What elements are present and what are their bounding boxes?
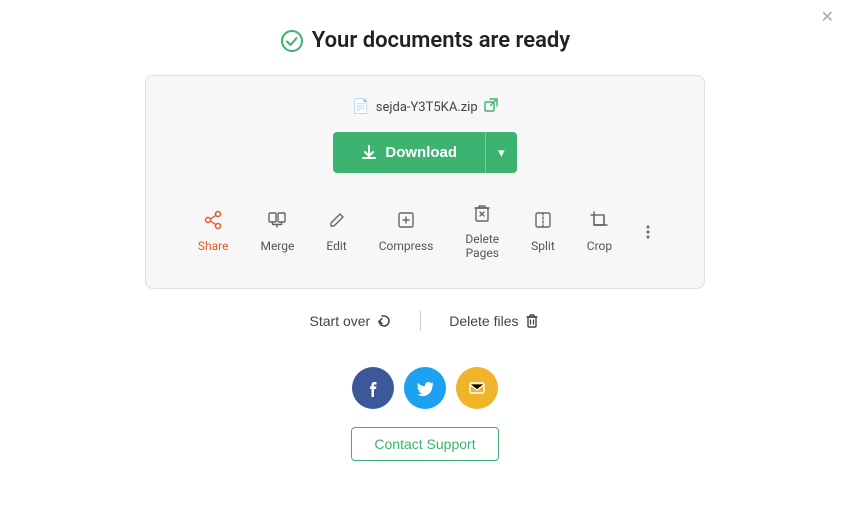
external-link-icon[interactable] — [484, 98, 498, 116]
download-row: Download ▾ — [333, 132, 516, 173]
compress-icon — [396, 210, 416, 235]
download-icon — [361, 145, 377, 161]
filename: sejda-Y3T5KA.zip — [376, 100, 478, 115]
tool-merge[interactable]: Merge — [244, 202, 310, 261]
twitter-button[interactable] — [404, 367, 446, 409]
page-title: Your documents are ready — [312, 28, 570, 53]
tool-delete-pages[interactable]: DeletePages — [449, 195, 515, 268]
compress-label: Compress — [379, 239, 434, 253]
twitter-icon — [416, 379, 434, 397]
start-over-icon — [376, 313, 392, 329]
main-card: 📄 sejda-Y3T5KA.zip Download ▾ — [145, 75, 705, 289]
tool-crop[interactable]: Crop — [571, 202, 628, 261]
tool-edit[interactable]: Edit — [310, 202, 362, 261]
edit-label: Edit — [326, 239, 346, 253]
check-icon — [280, 29, 304, 53]
delete-files-button[interactable]: Delete files — [449, 313, 540, 329]
social-row — [352, 367, 498, 409]
merge-icon — [267, 210, 287, 235]
merge-label: Merge — [260, 239, 294, 253]
tool-compress[interactable]: Compress — [363, 202, 450, 261]
facebook-icon — [364, 379, 382, 397]
email-icon — [468, 379, 486, 397]
facebook-button[interactable] — [352, 367, 394, 409]
more-tools-button[interactable] — [628, 214, 668, 250]
delete-pages-icon — [472, 203, 492, 228]
share-label: Share — [198, 239, 229, 253]
close-button[interactable]: ✕ — [821, 10, 834, 26]
tools-row: Share Merge Edit — [170, 195, 680, 268]
file-icon: 📄 — [352, 99, 369, 115]
crop-icon — [589, 210, 609, 235]
delete-pages-label: DeletePages — [465, 232, 499, 260]
download-dropdown-button[interactable]: ▾ — [485, 132, 517, 173]
share-icon — [203, 210, 223, 235]
title-row: Your documents are ready — [280, 28, 570, 53]
more-icon — [638, 222, 658, 242]
contact-support-button[interactable]: Contact Support — [351, 427, 498, 461]
filename-row: 📄 sejda-Y3T5KA.zip — [352, 98, 497, 116]
tool-share[interactable]: Share — [182, 202, 245, 261]
download-button[interactable]: Download — [333, 132, 485, 173]
start-over-button[interactable]: Start over — [310, 313, 393, 329]
crop-label: Crop — [587, 239, 612, 253]
delete-icon — [524, 313, 540, 329]
edit-icon — [327, 210, 347, 235]
actions-row: Start over Delete files — [310, 311, 541, 331]
split-label: Split — [531, 239, 555, 253]
split-icon — [533, 210, 553, 235]
tool-split[interactable]: Split — [515, 202, 571, 261]
email-button[interactable] — [456, 367, 498, 409]
divider — [420, 311, 421, 331]
